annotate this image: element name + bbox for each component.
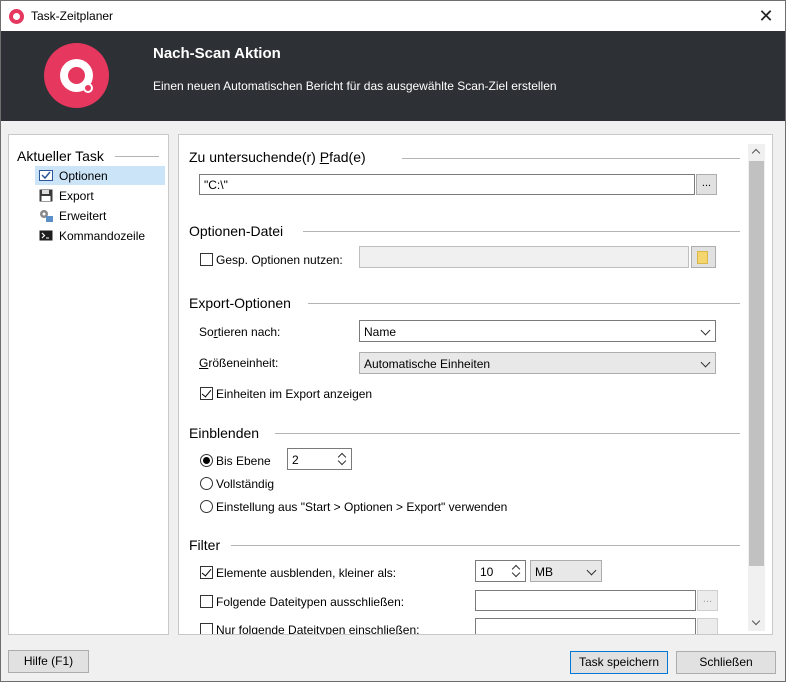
hide-smaller-size-spinner[interactable]: 10 <box>475 560 526 582</box>
filter-section-title: Filter <box>189 537 221 553</box>
chevron-down-icon <box>586 565 597 576</box>
options-file-section-title: Optionen-Datei <box>189 223 284 239</box>
spinner-arrows-icon[interactable] <box>511 562 521 580</box>
path-input[interactable]: "C:\" <box>199 174 695 195</box>
header-title: Nach-Scan Aktion <box>153 45 281 62</box>
exclude-types-label: Folgende Dateitypen ausschließen: <box>216 595 405 609</box>
expand-level-value: 2 <box>292 453 299 467</box>
hide-smaller-size-value: 10 <box>480 565 494 579</box>
scroll-up-icon[interactable] <box>751 148 761 158</box>
chevron-down-icon <box>700 357 711 368</box>
help-button[interactable]: Hilfe (F1) <box>8 650 89 673</box>
spinner-arrows-icon[interactable] <box>337 450 347 468</box>
options-panel: Zu untersuchende(r) Pfad(e) "C:\" ... Op… <box>178 134 773 635</box>
dialog-header: Nach-Scan Aktion Einen neuen Automatisch… <box>0 31 786 121</box>
nav-item-label: Erweitert <box>59 209 107 223</box>
section-divider <box>275 433 740 434</box>
expand-level-spinner[interactable]: 2 <box>287 448 352 470</box>
expand-setting-label: Einstellung aus "Start > Optionen > Expo… <box>216 500 508 514</box>
exclude-types-browse-button[interactable]: ... <box>697 590 718 611</box>
hide-smaller-label: Elemente ausblenden, kleiner als: <box>216 566 397 580</box>
floppy-disk-icon <box>39 189 53 202</box>
paths-section-title: Zu untersuchende(r) Pfad(e) <box>189 149 366 165</box>
expand-full-label: Vollständig <box>216 477 275 491</box>
sort-by-label: Sortieren nach: <box>199 325 281 339</box>
nav-item-label: Optionen <box>59 169 108 183</box>
scroll-down-icon[interactable] <box>751 616 761 626</box>
expand-section-title: Einblenden <box>189 425 260 441</box>
scrollbar-thumb[interactable] <box>749 161 764 566</box>
size-unit-select[interactable]: Automatische Einheiten <box>359 352 716 374</box>
expand-level-label: Bis Ebene <box>216 454 271 468</box>
expand-full-radio[interactable] <box>200 477 213 490</box>
nav-item-label: Kommandozeile <box>59 229 146 243</box>
nav-item-erweitert[interactable]: Erweitert <box>35 206 165 225</box>
use-saved-options-checkbox[interactable] <box>200 253 213 266</box>
header-subtitle: Einen neuen Automatischen Bericht für da… <box>153 79 557 93</box>
show-units-checkbox[interactable] <box>200 387 213 400</box>
expand-setting-radio[interactable] <box>200 500 213 513</box>
expand-level-radio[interactable] <box>200 454 213 467</box>
section-divider <box>308 303 740 304</box>
section-divider <box>303 231 740 232</box>
exclude-types-input[interactable] <box>475 590 696 611</box>
folder-icon <box>697 251 708 264</box>
section-divider <box>231 545 740 546</box>
advanced-settings-icon <box>40 210 53 222</box>
sort-by-value: Name <box>364 325 397 339</box>
sort-by-select[interactable]: Name <box>359 320 716 342</box>
use-saved-options-label: Gesp. Optionen nutzen: <box>216 253 343 267</box>
include-types-input[interactable] <box>475 618 696 634</box>
nav-heading: Aktueller Task <box>17 148 104 164</box>
close-icon[interactable]: ✕ <box>755 5 777 27</box>
size-unit-label: Größeneinheit: <box>199 356 279 370</box>
task-navigation: Aktueller Task Optionen Export Erweitert… <box>8 134 169 635</box>
exclude-types-checkbox[interactable] <box>200 595 213 608</box>
chevron-down-icon <box>700 325 711 336</box>
size-unit-value: Automatische Einheiten <box>364 357 491 371</box>
options-icon <box>39 170 53 181</box>
hide-smaller-unit-value: MB <box>535 565 553 579</box>
console-icon <box>39 230 53 241</box>
close-button[interactable]: Schließen <box>676 651 776 674</box>
nav-heading-divider <box>115 156 159 157</box>
window-title: Task-Zeitplaner <box>31 9 114 23</box>
nav-item-optionen[interactable]: Optionen <box>35 166 165 185</box>
open-options-file-button[interactable] <box>691 246 716 268</box>
nav-item-label: Export <box>59 189 94 203</box>
vertical-scrollbar[interactable] <box>748 144 765 631</box>
title-bar: Task-Zeitplaner ✕ <box>0 0 786 31</box>
section-divider <box>402 158 740 159</box>
include-types-checkbox[interactable] <box>200 623 213 634</box>
options-file-input[interactable] <box>359 246 689 268</box>
hide-smaller-checkbox[interactable] <box>200 566 213 579</box>
nav-item-export[interactable]: Export <box>35 186 165 205</box>
show-units-label: Einheiten im Export anzeigen <box>216 387 373 401</box>
nav-item-kommandozeile[interactable]: Kommandozeile <box>35 226 165 245</box>
include-types-label: Nur folgende Dateitypen einschließen: <box>216 623 420 635</box>
save-task-button[interactable]: Task speichern <box>570 651 668 674</box>
hide-smaller-unit-select[interactable]: MB <box>530 560 602 582</box>
export-options-section-title: Export-Optionen <box>189 295 291 311</box>
treesize-logo <box>44 43 109 108</box>
browse-path-button[interactable]: ... <box>696 174 717 195</box>
include-types-browse-button[interactable] <box>697 618 718 634</box>
app-icon <box>9 9 24 24</box>
